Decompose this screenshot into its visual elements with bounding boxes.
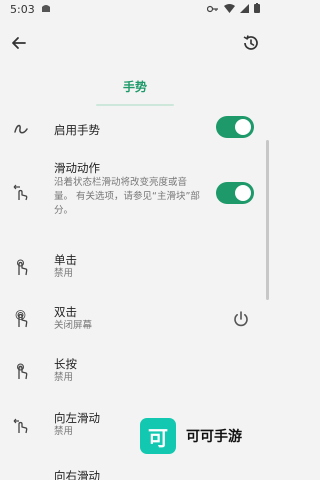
- enable-gestures-switch[interactable]: [216, 116, 254, 138]
- app-bar: [0, 26, 270, 60]
- watermark: 可 可可手游: [140, 418, 242, 454]
- watermark-logo: 可: [140, 418, 176, 454]
- key-icon: [206, 3, 219, 16]
- power-icon: [232, 310, 250, 328]
- tab-gestures[interactable]: 手势: [0, 78, 270, 95]
- setting-swipe-right[interactable]: 向右滑动: [0, 466, 262, 480]
- double-tap-hand-icon: [12, 310, 30, 328]
- tab-indicator: [96, 104, 174, 106]
- setting-enable-gestures[interactable]: 启用手势: [0, 112, 262, 146]
- status-time: 5:03: [10, 2, 35, 16]
- switch-knob: [235, 185, 251, 201]
- setting-title: 双击: [54, 305, 77, 319]
- setting-swipe-action[interactable]: 滑动动作 沿着状态栏滑动将改变亮度或音量。 有关选项，请参见“主滑块”部分。: [0, 158, 262, 230]
- wifi-icon: [224, 3, 235, 16]
- setting-title: 向右滑动: [54, 469, 100, 480]
- setting-title: 长按: [54, 357, 77, 371]
- restore-defaults-icon[interactable]: [240, 32, 262, 54]
- setting-title: 滑动动作: [54, 161, 100, 175]
- setting-double-tap[interactable]: 双击 关闭屏幕: [0, 300, 262, 340]
- battery-icon: [254, 2, 260, 16]
- scrollbar[interactable]: [266, 140, 269, 300]
- tap-hand-icon: [12, 258, 30, 276]
- setting-title: 启用手势: [54, 123, 100, 137]
- setting-title: 单击: [54, 253, 77, 267]
- swipe-hand-icon: [12, 184, 30, 202]
- watermark-text: 可可手游: [186, 429, 242, 445]
- signal-icon: [240, 3, 249, 16]
- status-bar: 5:03: [0, 0, 270, 18]
- setting-value: 关闭屏幕: [54, 320, 93, 331]
- setting-single-tap[interactable]: 单击 禁用: [0, 248, 262, 288]
- setting-long-press[interactable]: 长按 禁用: [0, 352, 262, 392]
- android-icon: [41, 3, 51, 16]
- back-arrow-icon[interactable]: [8, 32, 30, 54]
- setting-title: 向左滑动: [54, 411, 100, 425]
- swipe-action-switch[interactable]: [216, 182, 254, 204]
- switch-knob: [235, 119, 251, 135]
- gesture-squiggle-icon: [12, 120, 30, 138]
- swipe-left-hand-icon: [12, 416, 30, 434]
- long-press-hand-icon: [12, 362, 30, 380]
- setting-value: 禁用: [54, 372, 74, 383]
- setting-description: 沿着状态栏滑动将改变亮度或音量。 有关选项，请参见“主滑块”部分。: [54, 177, 200, 216]
- setting-value: 禁用: [54, 426, 74, 437]
- setting-value: 禁用: [54, 268, 74, 279]
